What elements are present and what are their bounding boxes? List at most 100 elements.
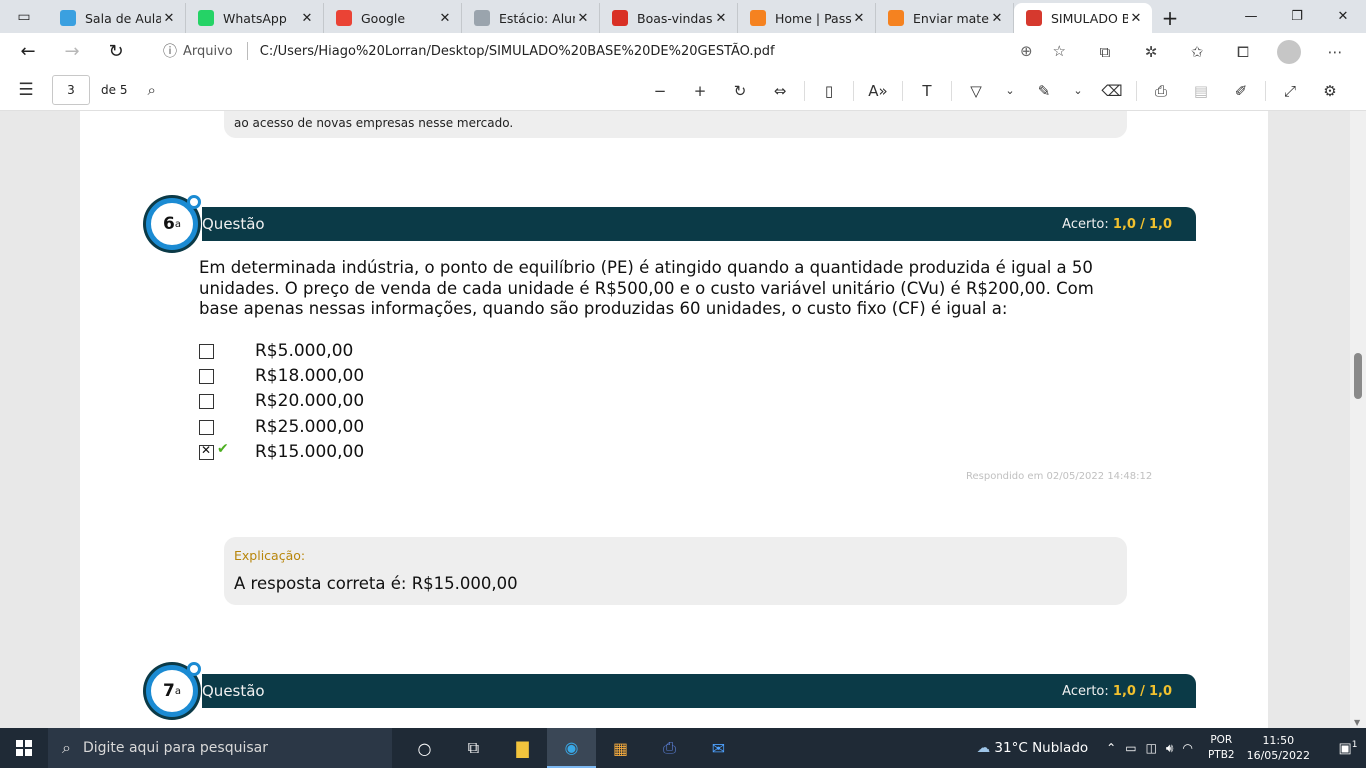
- save-as-icon[interactable]: ✐: [1221, 82, 1261, 100]
- task-view-icon[interactable]: ⧉: [449, 728, 498, 768]
- zoom-out-icon[interactable]: −: [640, 82, 680, 100]
- close-tab-icon[interactable]: ✕: [989, 11, 1005, 26]
- add-favorite-icon[interactable]: ☆: [1053, 42, 1066, 60]
- avatar[interactable]: [1277, 39, 1301, 64]
- answer-option[interactable]: R$5.000,00: [199, 340, 353, 362]
- file-explorer-icon[interactable]: ▇: [498, 728, 547, 768]
- close-tab-icon[interactable]: ✕: [1128, 11, 1144, 26]
- divider: [804, 80, 805, 101]
- browser-tab[interactable]: Enviar materi✕: [876, 3, 1014, 33]
- save-icon[interactable]: ▤: [1181, 82, 1221, 100]
- language-indicator[interactable]: POR PTB2: [1208, 733, 1235, 763]
- page-count: de 5: [101, 83, 128, 97]
- browser-tab[interactable]: WhatsApp ✕: [186, 3, 324, 33]
- network-icon[interactable]: ◫: [1146, 741, 1157, 755]
- question-number-badge: 6a: [146, 195, 201, 250]
- option-checkbox[interactable]: [199, 443, 214, 460]
- tab-actions-icon: ▭: [17, 8, 31, 25]
- option-checkbox[interactable]: [199, 343, 214, 359]
- new-tab-button[interactable]: +: [1152, 3, 1188, 33]
- back-button[interactable]: ←: [6, 34, 50, 70]
- taskbar-search-input[interactable]: ⌕ Digite aqui para pesquisar: [48, 728, 392, 768]
- highlight-icon[interactable]: ✎: [1024, 82, 1064, 100]
- info-icon[interactable]: ⓘ: [163, 41, 177, 61]
- option-checkbox[interactable]: [199, 393, 214, 409]
- collections-icon[interactable]: ⧉: [1082, 43, 1128, 61]
- table-of-contents-icon[interactable]: ☰: [0, 80, 52, 100]
- print-icon[interactable]: ⎙: [1141, 82, 1181, 100]
- settings-icon[interactable]: ⚙: [1310, 82, 1350, 100]
- add-text-icon[interactable]: T: [907, 82, 947, 100]
- fullscreen-icon[interactable]: ⤢: [1270, 82, 1310, 100]
- start-button[interactable]: [0, 728, 48, 768]
- explanation-text: A resposta correta é: R$15.000,00: [234, 574, 518, 593]
- close-tab-icon[interactable]: ✕: [851, 11, 867, 26]
- pinned-apps: ○ ⧉ ▇ ◉ ▦ ⎙ ✉: [400, 728, 743, 768]
- refresh-button[interactable]: ↻: [94, 34, 138, 70]
- option-checkbox[interactable]: [199, 368, 214, 384]
- edge-icon[interactable]: ◉: [547, 728, 596, 768]
- page-number-input[interactable]: 3: [52, 75, 90, 105]
- favorites-icon[interactable]: ✩: [1174, 43, 1220, 61]
- option-checkbox[interactable]: [199, 419, 214, 435]
- chevron-up-icon[interactable]: ⌃: [1106, 741, 1116, 755]
- zoom-icon[interactable]: ⊕: [1020, 42, 1033, 60]
- tab-actions-menu-button[interactable]: ▭: [0, 0, 48, 33]
- zoom-in-icon[interactable]: +: [680, 82, 720, 100]
- badge-dot: [187, 662, 201, 676]
- battery-icon[interactable]: ▭: [1125, 741, 1136, 755]
- browser-tab[interactable]: Estácio: Aluno✕: [462, 3, 600, 33]
- rotate-icon[interactable]: ↻: [720, 82, 760, 100]
- forward-button[interactable]: →: [50, 34, 94, 70]
- weather-widget[interactable]: ☁ 31°C Nublado: [977, 740, 1089, 756]
- vertical-scrollbar[interactable]: ▲ ▼: [1350, 111, 1366, 728]
- close-tab-icon[interactable]: ✕: [713, 11, 729, 26]
- time: 11:50: [1262, 734, 1295, 747]
- draw-icon[interactable]: ▽: [956, 82, 996, 100]
- search-icon[interactable]: ⌕: [147, 81, 155, 99]
- answer-option[interactable]: R$20.000,00: [199, 390, 364, 412]
- answer-option[interactable]: R$18.000,00: [199, 365, 364, 387]
- language-code: POR: [1210, 734, 1233, 746]
- clock[interactable]: 11:50 16/05/2022: [1247, 733, 1310, 763]
- close-tab-icon[interactable]: ✕: [299, 11, 315, 26]
- wifi-icon[interactable]: ◠: [1182, 741, 1192, 755]
- chevron-down-icon[interactable]: ⌄: [996, 84, 1024, 97]
- browser-tab[interactable]: Boas-vindas a✕: [600, 3, 738, 33]
- erase-icon[interactable]: ⌫: [1092, 82, 1132, 100]
- page-view-icon[interactable]: ▯: [809, 82, 849, 100]
- close-tab-icon[interactable]: ✕: [161, 11, 177, 26]
- fit-width-icon[interactable]: ⇔: [760, 82, 800, 100]
- previous-explanation-text: ao acesso de novas empresas nesse mercad…: [234, 116, 514, 130]
- tab-groups-icon[interactable]: ⧠: [1220, 43, 1266, 61]
- extensions-icon[interactable]: ✲: [1128, 43, 1174, 61]
- scroll-down-icon[interactable]: ▼: [1354, 718, 1360, 727]
- divider: [1136, 80, 1137, 101]
- store-icon[interactable]: ▦: [596, 728, 645, 768]
- minimize-button[interactable]: —: [1228, 0, 1274, 32]
- answer-option[interactable]: R$25.000,00: [199, 416, 364, 438]
- read-aloud-icon[interactable]: A»: [858, 82, 898, 100]
- answer-option[interactable]: ✔ R$15.000,00: [199, 441, 364, 463]
- browser-tab[interactable]: Sala de Aula |✕: [48, 3, 186, 33]
- close-window-button[interactable]: ✕: [1320, 0, 1366, 32]
- browser-tab[interactable]: SIMULADO B ✕: [1014, 3, 1152, 33]
- volume-icon[interactable]: 🔊︎: [1166, 741, 1174, 756]
- close-tab-icon[interactable]: ✕: [575, 11, 591, 26]
- score-separator: /: [1140, 684, 1145, 699]
- notification-center-button[interactable]: ▣1: [1330, 740, 1366, 757]
- scheme-label: Arquivo: [183, 43, 233, 59]
- browser-tab[interactable]: Google ✕: [324, 3, 462, 33]
- pdf-viewer[interactable]: ao acesso de novas empresas nesse mercad…: [0, 111, 1366, 728]
- browser-tab[interactable]: Home | Passe ✕: [738, 3, 876, 33]
- address-input[interactable]: ⓘ Arquivo C:/Users/Hiago%20Lorran/Deskto…: [145, 36, 1080, 66]
- more-options-icon[interactable]: ⋯: [1312, 43, 1358, 61]
- restore-button[interactable]: ❐: [1274, 0, 1320, 32]
- cortana-icon[interactable]: ○: [400, 728, 449, 768]
- chevron-down-icon[interactable]: ⌄: [1064, 84, 1092, 97]
- mail-icon[interactable]: ✉: [694, 728, 743, 768]
- scrollbar-thumb[interactable]: [1354, 353, 1362, 399]
- close-tab-icon[interactable]: ✕: [437, 11, 453, 26]
- printer-app-icon[interactable]: ⎙: [645, 728, 694, 768]
- browser-actions: ⧉ ✲ ✩ ⧠ ⋯: [1082, 33, 1358, 70]
